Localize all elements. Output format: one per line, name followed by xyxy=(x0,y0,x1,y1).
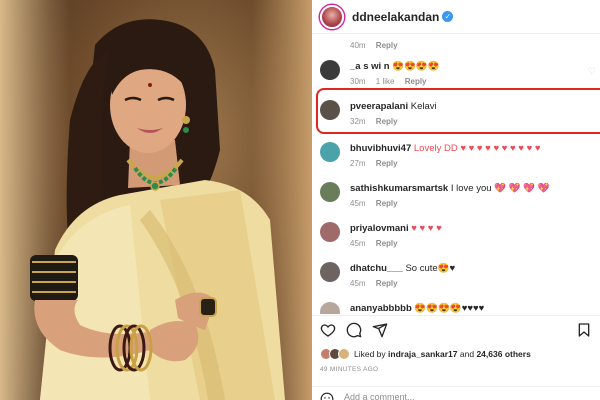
comment-likes[interactable]: 1 like xyxy=(376,77,395,86)
author-username[interactable]: ddneelakandan xyxy=(352,10,439,24)
comment-text: Lovely DD ♥ ♥ ♥ ♥ ♥ ♥ ♥ ♥ ♥ ♥ xyxy=(413,143,541,154)
share-icon[interactable] xyxy=(372,322,388,338)
comment-text: I love you 💖 💖 💖 💖 xyxy=(450,183,550,194)
comment-meta: 32m Reply xyxy=(350,117,598,126)
commenter-avatar[interactable] xyxy=(320,222,340,242)
commenter-avatar[interactable] xyxy=(320,182,340,202)
commenter-avatar[interactable] xyxy=(320,262,340,282)
comment-text: Kelavi xyxy=(410,101,437,112)
like-comment-heart-icon[interactable]: ♡ xyxy=(588,66,596,77)
comment-time: 45m xyxy=(350,239,366,248)
comment-meta: 45m Reply xyxy=(350,199,598,208)
reply-button[interactable]: Reply xyxy=(405,77,427,86)
comments-panel: ddneelakandan ✓ 40m Reply _a s wi n 😍😍😍😍… xyxy=(312,0,600,400)
comment-time: 27m xyxy=(350,159,366,168)
commenter-avatar[interactable] xyxy=(320,142,340,162)
liker-avatars[interactable] xyxy=(320,348,350,360)
comment-item: ananyabbbbb 😍😍😍😍♥♥♥♥ xyxy=(320,302,600,314)
heart-icon[interactable] xyxy=(320,322,336,338)
comment-time: 40m xyxy=(350,41,366,50)
commenter-avatar[interactable] xyxy=(320,60,340,80)
comment-time: 45m xyxy=(350,279,366,288)
reply-button[interactable]: Reply xyxy=(376,159,398,168)
likes-count[interactable]: 24,636 others xyxy=(476,349,530,359)
comment-time: 32m xyxy=(350,117,366,126)
author-avatar[interactable] xyxy=(320,4,344,29)
commenter-username[interactable]: pveerapalani xyxy=(350,101,408,112)
liker-avatar xyxy=(338,348,350,360)
comment-text: 😍😍😍😍 xyxy=(392,61,440,72)
reply-button[interactable]: Reply xyxy=(376,41,398,50)
reply-button[interactable]: Reply xyxy=(376,117,398,126)
comment-meta: 27m Reply xyxy=(350,159,598,168)
post-photo[interactable] xyxy=(0,0,312,400)
commenter-username[interactable]: sathishkumarsmartsk xyxy=(350,183,448,194)
comment-meta: 45m Reply xyxy=(350,279,598,288)
comment-time: 30m xyxy=(350,77,366,86)
commenter-avatar[interactable] xyxy=(320,100,340,120)
add-comment-input[interactable]: Add a comment... xyxy=(344,392,415,400)
comment-text: So cute😍♥ xyxy=(405,263,456,274)
comment-meta: 30m 1 like Reply xyxy=(350,77,598,86)
commenter-avatar[interactable] xyxy=(320,302,340,314)
comment-meta: 40m Reply xyxy=(350,41,598,50)
bookmark-icon[interactable] xyxy=(576,322,592,338)
comment-time: 45m xyxy=(350,199,366,208)
posted-time[interactable]: 49 MINUTES AGO xyxy=(320,366,378,373)
comment-meta: 45m Reply xyxy=(350,239,598,248)
verified-icon: ✓ xyxy=(442,11,454,22)
add-comment-bar: Add a comment... xyxy=(312,386,600,400)
comment-text: 😍😍😍😍♥♥♥♥ xyxy=(414,303,485,314)
reply-button[interactable]: Reply xyxy=(376,279,398,288)
post-actions-bar xyxy=(312,315,600,343)
commenter-username[interactable]: dhatchu___ xyxy=(350,263,403,274)
comment-icon[interactable] xyxy=(346,322,362,338)
commenter-username[interactable]: ananyabbbbb xyxy=(350,303,412,314)
commenter-username[interactable]: priyalovmani xyxy=(350,223,409,234)
reply-button[interactable]: Reply xyxy=(376,199,398,208)
post-header: ddneelakandan ✓ xyxy=(312,0,600,34)
liked-by-and: and xyxy=(459,349,475,359)
liked-by-user[interactable]: indraja_sankar17 xyxy=(388,349,457,359)
commenter-username[interactable]: bhuvibhuvi47 xyxy=(350,143,411,154)
comment-text: ♥ ♥ ♥ ♥ xyxy=(411,223,442,234)
liked-by-prefix: Liked by xyxy=(354,349,386,359)
liked-by-line: Liked by indraja_sankar17 and 24,636 oth… xyxy=(320,346,531,362)
reply-button[interactable]: Reply xyxy=(376,239,398,248)
portrait-illustration xyxy=(30,19,285,400)
commenter-username[interactable]: _a s wi n xyxy=(350,61,390,72)
emoji-icon[interactable] xyxy=(320,392,334,400)
